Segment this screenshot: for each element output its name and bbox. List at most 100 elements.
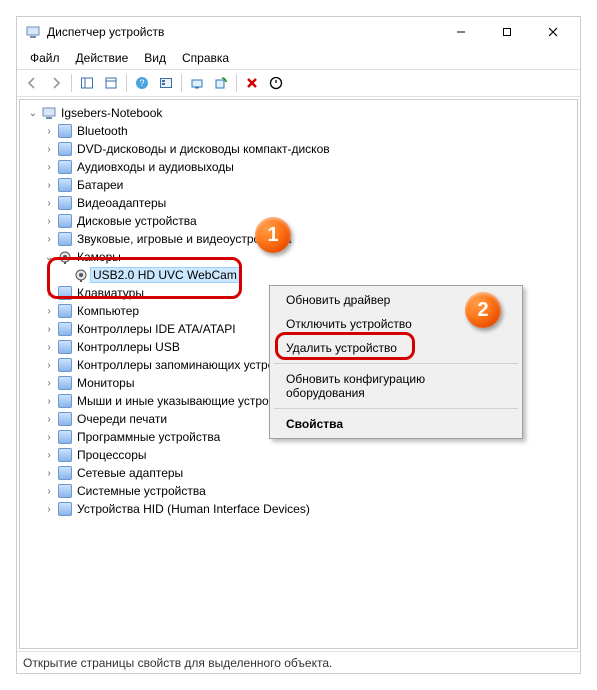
- chevron-right-icon[interactable]: ›: [42, 160, 56, 174]
- nav-forward-button[interactable]: [45, 72, 67, 94]
- menu-view[interactable]: Вид: [137, 49, 173, 67]
- svg-text:?: ?: [139, 78, 144, 88]
- chevron-right-icon[interactable]: ›: [42, 448, 56, 462]
- device-category-icon: [57, 483, 73, 499]
- chevron-right-icon[interactable]: ›: [42, 466, 56, 480]
- chevron-down-icon[interactable]: ⌄: [42, 250, 56, 264]
- tree-item[interactable]: ›Устройства HID (Human Interface Devices…: [22, 500, 575, 518]
- tree-cameras-child[interactable]: USB2.0 HD UVC WebCam: [22, 266, 575, 284]
- chevron-right-icon[interactable]: ›: [42, 430, 56, 444]
- toolbar-properties-button[interactable]: [100, 72, 122, 94]
- tree-item[interactable]: ›Сетевые адаптеры: [22, 464, 575, 482]
- ctx-separator: [274, 363, 518, 364]
- tree-item-label: Компьютер: [77, 304, 139, 318]
- chevron-right-icon[interactable]: ›: [42, 142, 56, 156]
- toolbar: ?: [17, 69, 580, 97]
- device-category-icon: [57, 429, 73, 445]
- minimize-button[interactable]: [438, 17, 484, 47]
- toolbar-help-button[interactable]: ?: [131, 72, 153, 94]
- camera-icon: [73, 267, 89, 283]
- device-category-icon: [57, 465, 73, 481]
- chevron-right-icon[interactable]: ›: [42, 322, 56, 336]
- menu-help[interactable]: Справка: [175, 49, 236, 67]
- device-category-icon: [57, 393, 73, 409]
- tree-item-label: Процессоры: [77, 448, 147, 462]
- device-category-icon: [57, 357, 73, 373]
- chevron-right-icon[interactable]: ›: [42, 286, 56, 300]
- tree-root-label: Igsebers-Notebook: [61, 106, 162, 120]
- chevron-right-icon[interactable]: ›: [42, 232, 56, 246]
- toolbar-show-hide-button[interactable]: [76, 72, 98, 94]
- tree-item[interactable]: › Батареи: [22, 176, 575, 194]
- tree-item-label: Системные устройства: [77, 484, 206, 498]
- device-category-icon: [57, 177, 73, 193]
- maximize-button[interactable]: [484, 17, 530, 47]
- chevron-right-icon[interactable]: ›: [42, 484, 56, 498]
- device-category-icon: [57, 339, 73, 355]
- computer-icon: [41, 105, 57, 121]
- ctx-uninstall-device[interactable]: Удалить устройство: [272, 336, 520, 360]
- status-text: Открытие страницы свойств для выделенног…: [23, 656, 332, 670]
- tree-item[interactable]: › DVD-дисководы и дисководы компакт-диско…: [22, 140, 575, 158]
- tree-item-label: Bluetooth: [77, 124, 128, 138]
- close-button[interactable]: [530, 17, 576, 47]
- chevron-right-icon[interactable]: ›: [42, 196, 56, 210]
- chevron-right-icon[interactable]: ›: [42, 412, 56, 426]
- chevron-right-icon[interactable]: ›: [42, 502, 56, 516]
- tree-item-label: Клавиатуры: [77, 286, 144, 300]
- device-category-icon: [57, 501, 73, 517]
- tree-item[interactable]: ›Звуковые, игровые и видеоустройства: [22, 230, 575, 248]
- tree-item[interactable]: › Процессоры: [22, 446, 575, 464]
- device-category-icon: [57, 141, 73, 157]
- device-category-icon: [57, 213, 73, 229]
- menu-action[interactable]: Действие: [69, 49, 136, 67]
- tree-item-label: Очереди печати: [77, 412, 167, 426]
- toolbar-disable-button[interactable]: [265, 72, 287, 94]
- device-category-icon: [57, 321, 73, 337]
- device-category-icon: [57, 123, 73, 139]
- tree-cameras[interactable]: ⌄ Камеры: [22, 248, 575, 266]
- device-category-icon: [57, 411, 73, 427]
- device-category-icon: [57, 195, 73, 211]
- tree-item-label: Мониторы: [77, 376, 134, 390]
- toolbar-update-button[interactable]: [186, 72, 208, 94]
- device-category-icon: [57, 231, 73, 247]
- tree-item-label: Дисковые устройства: [77, 214, 197, 228]
- titlebar: Диспетчер устройств: [17, 17, 580, 47]
- tree-root[interactable]: ⌄ Igsebers-Notebook: [22, 104, 575, 122]
- chevron-right-icon[interactable]: ›: [42, 214, 56, 228]
- chevron-down-icon[interactable]: ⌄: [26, 106, 40, 120]
- tree-item-label: Программные устройства: [77, 430, 220, 444]
- chevron-right-icon[interactable]: ›: [42, 124, 56, 138]
- tree-item[interactable]: › Bluetooth: [22, 122, 575, 140]
- toolbar-uninstall-button[interactable]: [241, 72, 263, 94]
- statusbar: Открытие страницы свойств для выделенног…: [17, 651, 580, 673]
- tree-item-label: Батареи: [77, 178, 123, 192]
- chevron-right-icon[interactable]: ›: [42, 394, 56, 408]
- chevron-right-icon[interactable]: ›: [42, 178, 56, 192]
- toolbar-scan-button[interactable]: [210, 72, 232, 94]
- ctx-scan-hardware[interactable]: Обновить конфигурацию оборудования: [272, 367, 520, 405]
- chevron-right-icon[interactable]: ›: [42, 304, 56, 318]
- device-category-icon: [57, 447, 73, 463]
- ctx-properties[interactable]: Свойства: [272, 412, 520, 436]
- camera-icon: [57, 249, 73, 265]
- device-category-icon: [57, 375, 73, 391]
- chevron-right-icon[interactable]: ›: [42, 358, 56, 372]
- nav-back-button[interactable]: [21, 72, 43, 94]
- app-icon: [25, 24, 41, 40]
- tree-item[interactable]: › Дисковые устройства: [22, 212, 575, 230]
- tree-item[interactable]: › Аудиовходы и аудиовыходы: [22, 158, 575, 176]
- chevron-right-icon[interactable]: ›: [42, 340, 56, 354]
- toolbar-view-button[interactable]: [155, 72, 177, 94]
- tree-item-label: Аудиовходы и аудиовыходы: [77, 160, 234, 174]
- device-category-icon: [57, 285, 73, 301]
- ctx-separator: [274, 408, 518, 409]
- tree-item-label: Контроллеры запоминающих устройств: [77, 358, 299, 372]
- tree-item[interactable]: ›Видеоадаптеры: [22, 194, 575, 212]
- tree-item[interactable]: › Системные устройства: [22, 482, 575, 500]
- chevron-right-icon[interactable]: ›: [42, 376, 56, 390]
- tree-item-label: DVD-дисководы и дисководы компакт-дисков: [77, 142, 330, 156]
- menu-file[interactable]: Файл: [23, 49, 67, 67]
- annotation-callout-2: 2: [465, 292, 501, 328]
